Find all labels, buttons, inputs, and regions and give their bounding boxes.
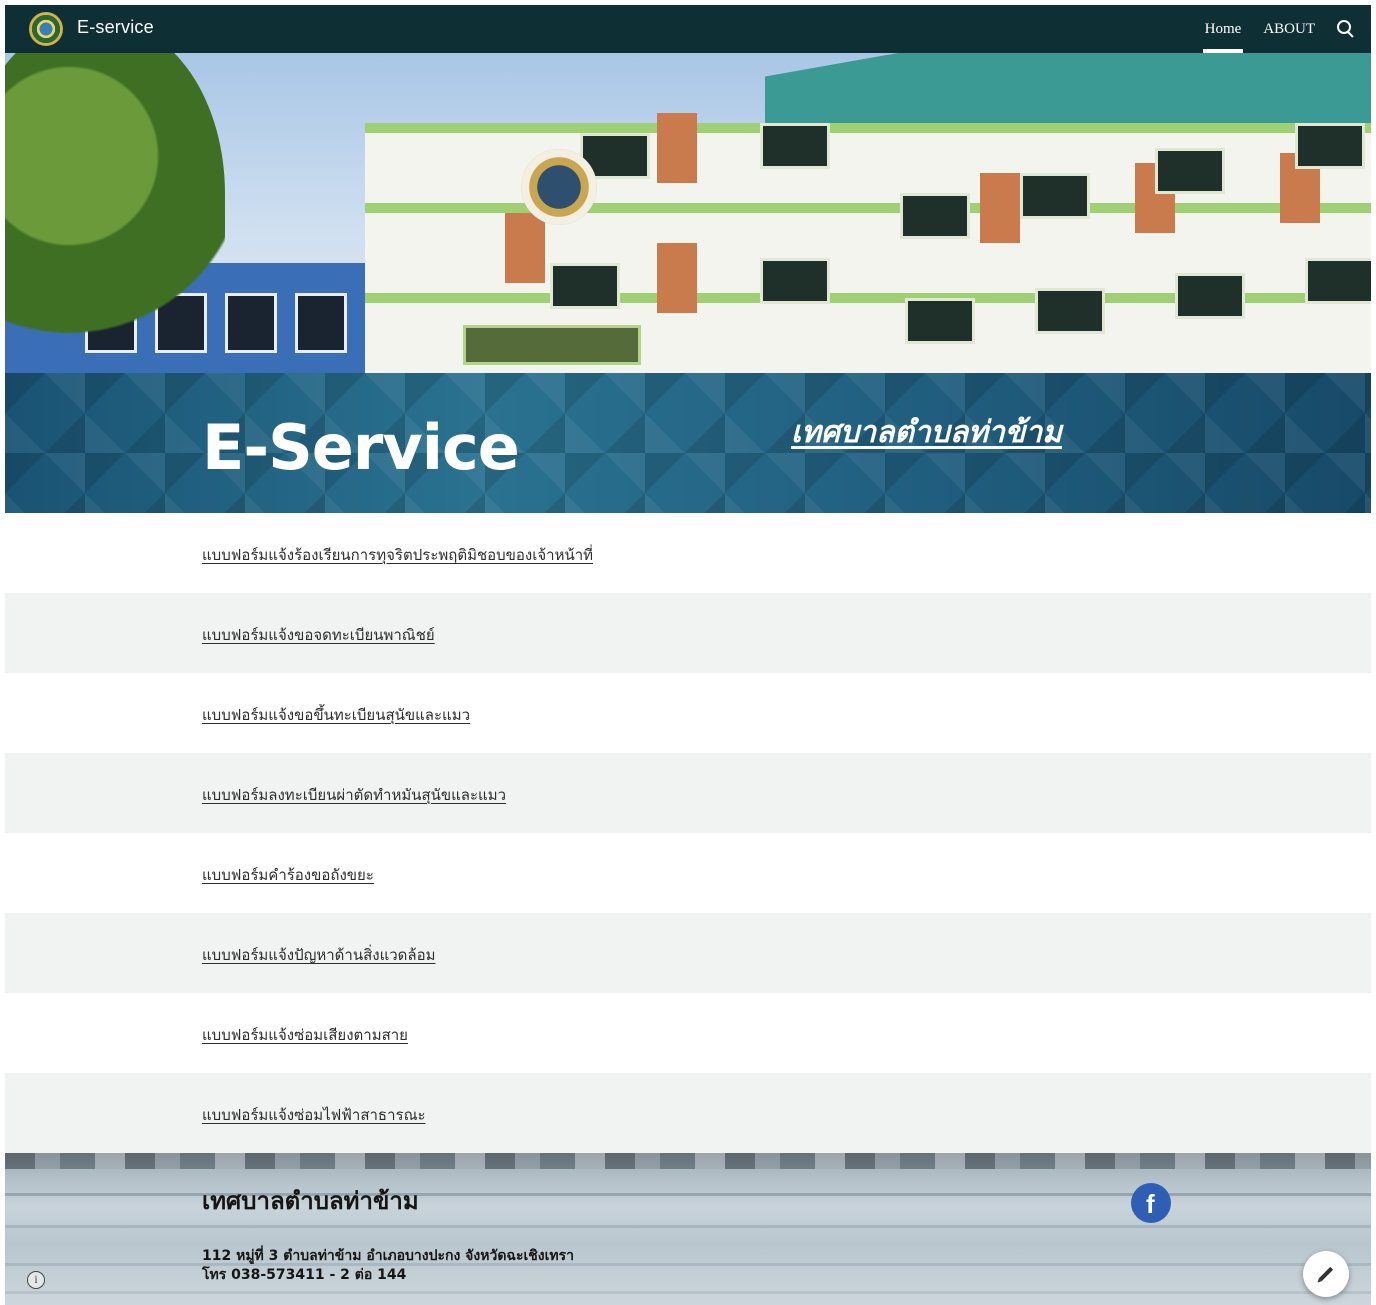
pencil-icon <box>1318 1266 1334 1282</box>
window <box>1155 148 1225 194</box>
facade-pillar <box>657 243 697 313</box>
form-link-pet-sterilization[interactable]: แบบฟอร์มลงทะเบียนผ่าตัดทำหมันสุนัขและแมว <box>202 783 506 807</box>
window <box>1305 258 1371 304</box>
facade-pillar <box>980 173 1020 243</box>
window <box>760 258 830 304</box>
edit-button[interactable] <box>1303 1251 1349 1297</box>
facebook-icon[interactable]: f <box>1131 1183 1171 1223</box>
form-link-corruption-complaint[interactable]: แบบฟอร์มแจ้งร้องเรียนการทุจริตประพฤติมิช… <box>202 543 593 567</box>
nav-home[interactable]: Home <box>1202 5 1243 53</box>
municipality-logo-icon[interactable] <box>29 12 63 46</box>
tree-foliage <box>5 53 225 373</box>
water-ripple <box>5 1291 1371 1294</box>
footer: เทศบาลตำบลท่าข้าม 112 หมู่ที่ 3 ตำบลท่าข… <box>5 1153 1371 1305</box>
water-reflection <box>5 1153 1371 1169</box>
footer-title: เทศบาลตำบลท่าข้าม <box>202 1187 419 1215</box>
list-item: แบบฟอร์มแจ้งขอจดทะเบียนพาณิชย์ <box>5 593 1371 673</box>
window <box>550 263 620 309</box>
list-item: แบบฟอร์มลงทะเบียนผ่าตัดทำหมันสุนัขและแมว <box>5 753 1371 833</box>
main-nav: Home ABOUT <box>1183 5 1357 53</box>
window <box>225 293 277 353</box>
address-line: 112 หมู่ที่ 3 ตำบลท่าข้าม อำเภอบางปะกง จ… <box>202 1248 574 1264</box>
water-ripple <box>5 1225 1371 1228</box>
search-icon[interactable] <box>1335 18 1357 40</box>
site-title[interactable]: E-service <box>77 17 154 38</box>
form-link-commercial-registration[interactable]: แบบฟอร์มแจ้งขอจดทะเบียนพาณิชย์ <box>202 623 435 647</box>
facebook-glyph: f <box>1146 1189 1155 1219</box>
form-link-pet-registration[interactable]: แบบฟอร์มแจ้งขอขึ้นทะเบียนสุนัขและแมว <box>202 703 470 727</box>
list-item: แบบฟอร์มแจ้งขอขึ้นทะเบียนสุนัขและแมว <box>5 673 1371 753</box>
hero-building-photo <box>5 53 1371 373</box>
list-item: แบบฟอร์มแจ้งซ่อมเสียงตามสาย <box>5 993 1371 1073</box>
municipality-seal-emblem <box>521 149 597 225</box>
banner-title: E-Service <box>202 411 520 484</box>
phone-line: โทร 038-573411 - 2 ต่อ 144 <box>202 1267 407 1283</box>
window <box>1035 288 1105 334</box>
info-icon[interactable]: i <box>27 1271 45 1289</box>
nav-about[interactable]: ABOUT <box>1263 5 1315 53</box>
page-frame: E-service Home ABOUT E-Service เทศบาลตำบ… <box>5 5 1371 1305</box>
banner-subtitle-link[interactable]: เทศบาลตำบลท่าข้าม <box>791 409 1062 456</box>
facade-band <box>365 203 1371 213</box>
list-item: แบบฟอร์มแจ้งซ่อมไฟฟ้าสาธารณะ <box>5 1073 1371 1153</box>
forms-list: แบบฟอร์มแจ้งร้องเรียนการทุจริตประพฤติมิช… <box>5 513 1371 1153</box>
footer-address: 112 หมู่ที่ 3 ตำบลท่าข้าม อำเภอบางปะกง จ… <box>202 1247 574 1285</box>
window <box>1175 273 1245 319</box>
list-item: แบบฟอร์มแจ้งร้องเรียนการทุจริตประพฤติมิช… <box>5 513 1371 593</box>
form-link-garbage-bin-request[interactable]: แบบฟอร์มคำร้องขอถังขยะ <box>202 863 374 887</box>
form-link-streetlight-repair[interactable]: แบบฟอร์มแจ้งซ่อมไฟฟ้าสาธารณะ <box>202 1103 426 1127</box>
building-sign <box>463 325 641 365</box>
window <box>760 123 830 169</box>
form-link-loudspeaker-repair[interactable]: แบบฟอร์มแจ้งซ่อมเสียงตามสาย <box>202 1023 408 1047</box>
window <box>1295 123 1365 169</box>
window <box>900 193 970 239</box>
form-link-environment-issue[interactable]: แบบฟอร์มแจ้งปัญหาด้านสิ่งแวดล้อม <box>202 943 436 967</box>
window <box>295 293 347 353</box>
facade-pillar <box>657 113 697 183</box>
window <box>1020 173 1090 219</box>
facade-pillar <box>505 213 545 283</box>
list-item: แบบฟอร์มแจ้งปัญหาด้านสิ่งแวดล้อม <box>5 913 1371 993</box>
list-item: แบบฟอร์มคำร้องขอถังขยะ <box>5 833 1371 913</box>
top-navigation-bar: E-service Home ABOUT <box>5 5 1371 53</box>
window <box>905 298 975 344</box>
title-banner: E-Service เทศบาลตำบลท่าข้าม <box>5 373 1371 513</box>
